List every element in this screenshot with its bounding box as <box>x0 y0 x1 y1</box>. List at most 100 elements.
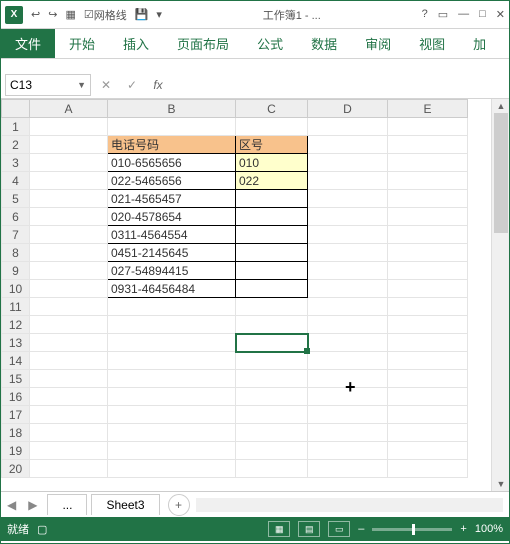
row-header[interactable]: 19 <box>2 442 30 460</box>
cell-B9[interactable]: 027-54894415 <box>108 262 236 280</box>
macro-record-icon[interactable]: ▢ <box>37 523 47 536</box>
row-header[interactable]: 5 <box>2 190 30 208</box>
close-icon[interactable]: ✕ <box>496 8 505 21</box>
row-header[interactable]: 20 <box>2 460 30 478</box>
cell-C15[interactable] <box>236 370 308 388</box>
cell-A20[interactable] <box>30 460 108 478</box>
select-all-corner[interactable] <box>2 100 30 118</box>
cell-E1[interactable] <box>388 118 468 136</box>
cell-B15[interactable] <box>108 370 236 388</box>
cell-D5[interactable] <box>308 190 388 208</box>
cell-C14[interactable] <box>236 352 308 370</box>
help-icon[interactable]: ? <box>422 8 428 21</box>
horizontal-scrollbar[interactable] <box>196 498 503 512</box>
cell-B7[interactable]: 0311-4564554 <box>108 226 236 244</box>
tab-review[interactable]: 审阅 <box>351 29 405 58</box>
spreadsheet-grid[interactable]: A B C D E 12电话号码区号3010-65656560104022-54… <box>1 99 468 478</box>
cell-C5[interactable] <box>236 190 308 208</box>
cell-D2[interactable] <box>308 136 388 154</box>
cell-D1[interactable] <box>308 118 388 136</box>
cell-A7[interactable] <box>30 226 108 244</box>
cell-E2[interactable] <box>388 136 468 154</box>
cell-D17[interactable] <box>308 406 388 424</box>
add-sheet-button[interactable]: + <box>168 494 190 516</box>
cell-E19[interactable] <box>388 442 468 460</box>
cell-C4[interactable]: 022 <box>236 172 308 190</box>
ribbon-options-icon[interactable]: ▭ <box>438 8 448 21</box>
cell-B20[interactable] <box>108 460 236 478</box>
undo-icon[interactable]: ↩ <box>31 8 40 21</box>
row-header[interactable]: 8 <box>2 244 30 262</box>
cell-B6[interactable]: 020-4578654 <box>108 208 236 226</box>
row-header[interactable]: 14 <box>2 352 30 370</box>
tab-page-layout[interactable]: 页面布局 <box>163 29 243 58</box>
cell-E4[interactable] <box>388 172 468 190</box>
cell-A12[interactable] <box>30 316 108 334</box>
tab-file[interactable]: 文件 <box>1 29 55 58</box>
cell-E13[interactable] <box>388 334 468 352</box>
col-header-C[interactable]: C <box>236 100 308 118</box>
save-icon[interactable]: 💾 <box>135 8 149 21</box>
cell-E8[interactable] <box>388 244 468 262</box>
cell-C1[interactable] <box>236 118 308 136</box>
row-header[interactable]: 11 <box>2 298 30 316</box>
cell-B1[interactable] <box>108 118 236 136</box>
sheet-nav-prev-icon[interactable]: ◀ <box>1 498 22 512</box>
row-header[interactable]: 6 <box>2 208 30 226</box>
cell-B5[interactable]: 021-4565457 <box>108 190 236 208</box>
row-header[interactable]: 15 <box>2 370 30 388</box>
cell-A17[interactable] <box>30 406 108 424</box>
tab-addins[interactable]: 加 <box>459 29 500 58</box>
cell-A4[interactable] <box>30 172 108 190</box>
cell-B18[interactable] <box>108 424 236 442</box>
cell-E11[interactable] <box>388 298 468 316</box>
col-header-D[interactable]: D <box>308 100 388 118</box>
cell-D20[interactable] <box>308 460 388 478</box>
cell-C10[interactable] <box>236 280 308 298</box>
name-box[interactable]: C13 ▼ <box>5 74 91 96</box>
tab-data[interactable]: 数据 <box>297 29 351 58</box>
cell-D7[interactable] <box>308 226 388 244</box>
col-header-A[interactable]: A <box>30 100 108 118</box>
view-page-layout-icon[interactable]: ▤ <box>298 521 320 537</box>
cell-A5[interactable] <box>30 190 108 208</box>
cell-C12[interactable] <box>236 316 308 334</box>
cell-E20[interactable] <box>388 460 468 478</box>
cell-A8[interactable] <box>30 244 108 262</box>
scroll-up-icon[interactable]: ▲ <box>492 99 509 113</box>
cell-E7[interactable] <box>388 226 468 244</box>
scroll-thumb[interactable] <box>494 113 508 233</box>
cell-C7[interactable] <box>236 226 308 244</box>
row-header[interactable]: 10 <box>2 280 30 298</box>
minimize-icon[interactable]: — <box>458 8 469 21</box>
cell-E12[interactable] <box>388 316 468 334</box>
cell-B16[interactable] <box>108 388 236 406</box>
row-header[interactable]: 1 <box>2 118 30 136</box>
cell-B12[interactable] <box>108 316 236 334</box>
cell-E9[interactable] <box>388 262 468 280</box>
grid-icon[interactable]: ▦ <box>65 8 75 21</box>
view-page-break-icon[interactable]: ▭ <box>328 521 350 537</box>
qat-more-icon[interactable]: ▾ <box>156 8 162 21</box>
col-header-E[interactable]: E <box>388 100 468 118</box>
formula-input[interactable] <box>173 74 505 96</box>
cell-E3[interactable] <box>388 154 468 172</box>
cell-A19[interactable] <box>30 442 108 460</box>
cell-D8[interactable] <box>308 244 388 262</box>
vertical-scrollbar[interactable]: ▲ ▼ <box>491 99 509 491</box>
cancel-icon[interactable]: ✕ <box>95 74 117 96</box>
cell-E5[interactable] <box>388 190 468 208</box>
row-header[interactable]: 2 <box>2 136 30 154</box>
cell-D10[interactable] <box>308 280 388 298</box>
zoom-slider[interactable] <box>372 528 452 531</box>
cell-E16[interactable] <box>388 388 468 406</box>
cell-A9[interactable] <box>30 262 108 280</box>
cell-A6[interactable] <box>30 208 108 226</box>
cell-A11[interactable] <box>30 298 108 316</box>
cell-D16[interactable] <box>308 388 388 406</box>
cell-D3[interactable] <box>308 154 388 172</box>
cell-A16[interactable] <box>30 388 108 406</box>
cell-D6[interactable] <box>308 208 388 226</box>
cell-B3[interactable]: 010-6565656 <box>108 154 236 172</box>
cell-D12[interactable] <box>308 316 388 334</box>
